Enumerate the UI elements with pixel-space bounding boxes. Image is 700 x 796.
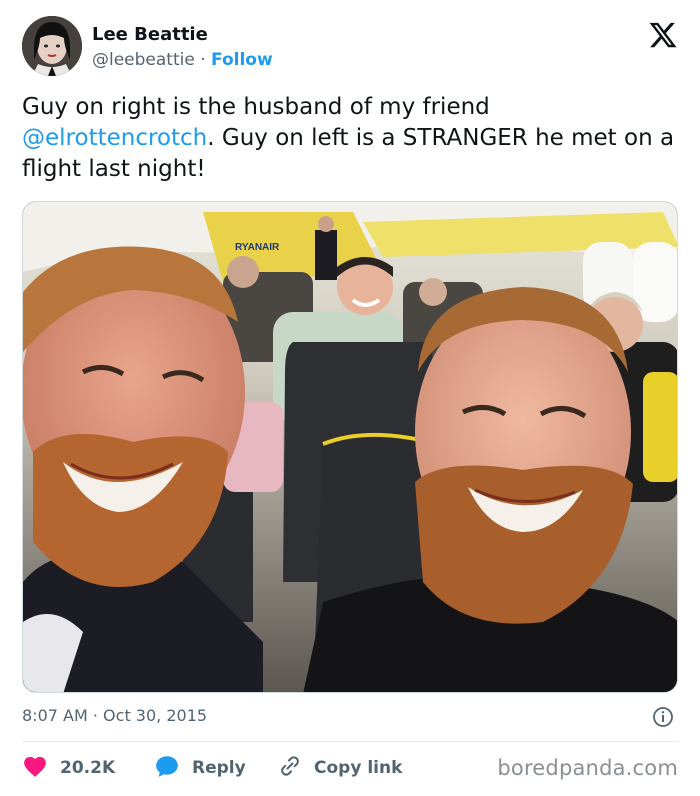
handle-separator: · xyxy=(200,50,206,70)
copy-link-button[interactable]: Copy link xyxy=(278,754,402,782)
tweet-header: Lee Beattie @leebeattie · Follow xyxy=(22,16,682,78)
tweet-text: Guy on right is the husband of my friend… xyxy=(22,92,682,185)
divider xyxy=(22,741,678,742)
tweet-text-part1: Guy on right is the husband of my friend xyxy=(22,94,490,120)
author-name[interactable]: Lee Beattie xyxy=(92,24,208,45)
reply-bubble-icon xyxy=(154,754,180,782)
tweet-photo[interactable]: RYANAIR xyxy=(22,201,678,693)
x-logo-icon[interactable] xyxy=(648,20,678,50)
like-count: 20.2K xyxy=(60,758,116,778)
timestamp[interactable]: 8:07 AM · Oct 30, 2015 xyxy=(22,706,207,725)
airline-sign: RYANAIR xyxy=(235,242,280,253)
mention-link[interactable]: @elrottencrotch xyxy=(22,125,207,151)
photo-illustration: RYANAIR xyxy=(23,202,677,692)
author-handle[interactable]: @leebeattie xyxy=(92,50,195,70)
heart-icon xyxy=(22,754,48,782)
info-icon[interactable] xyxy=(652,706,674,728)
author-handle-row: @leebeattie · Follow xyxy=(92,50,273,70)
tweet-meta: 8:07 AM · Oct 30, 2015 xyxy=(22,706,678,730)
like-button[interactable]: 20.2K xyxy=(22,754,115,782)
reply-button[interactable]: Reply xyxy=(154,754,246,782)
avatar[interactable] xyxy=(22,16,82,76)
meta-separator: · xyxy=(92,706,98,725)
reply-label: Reply xyxy=(192,758,246,778)
link-icon xyxy=(278,754,302,782)
tweet-actions: 20.2K Reply Copy link boredpanda.com xyxy=(22,754,682,784)
copy-link-label: Copy link xyxy=(314,758,403,778)
follow-button[interactable]: Follow xyxy=(211,50,273,70)
time: 8:07 AM xyxy=(22,706,88,725)
watermark: boredpanda.com xyxy=(497,756,678,780)
date: Oct 30, 2015 xyxy=(103,706,208,725)
